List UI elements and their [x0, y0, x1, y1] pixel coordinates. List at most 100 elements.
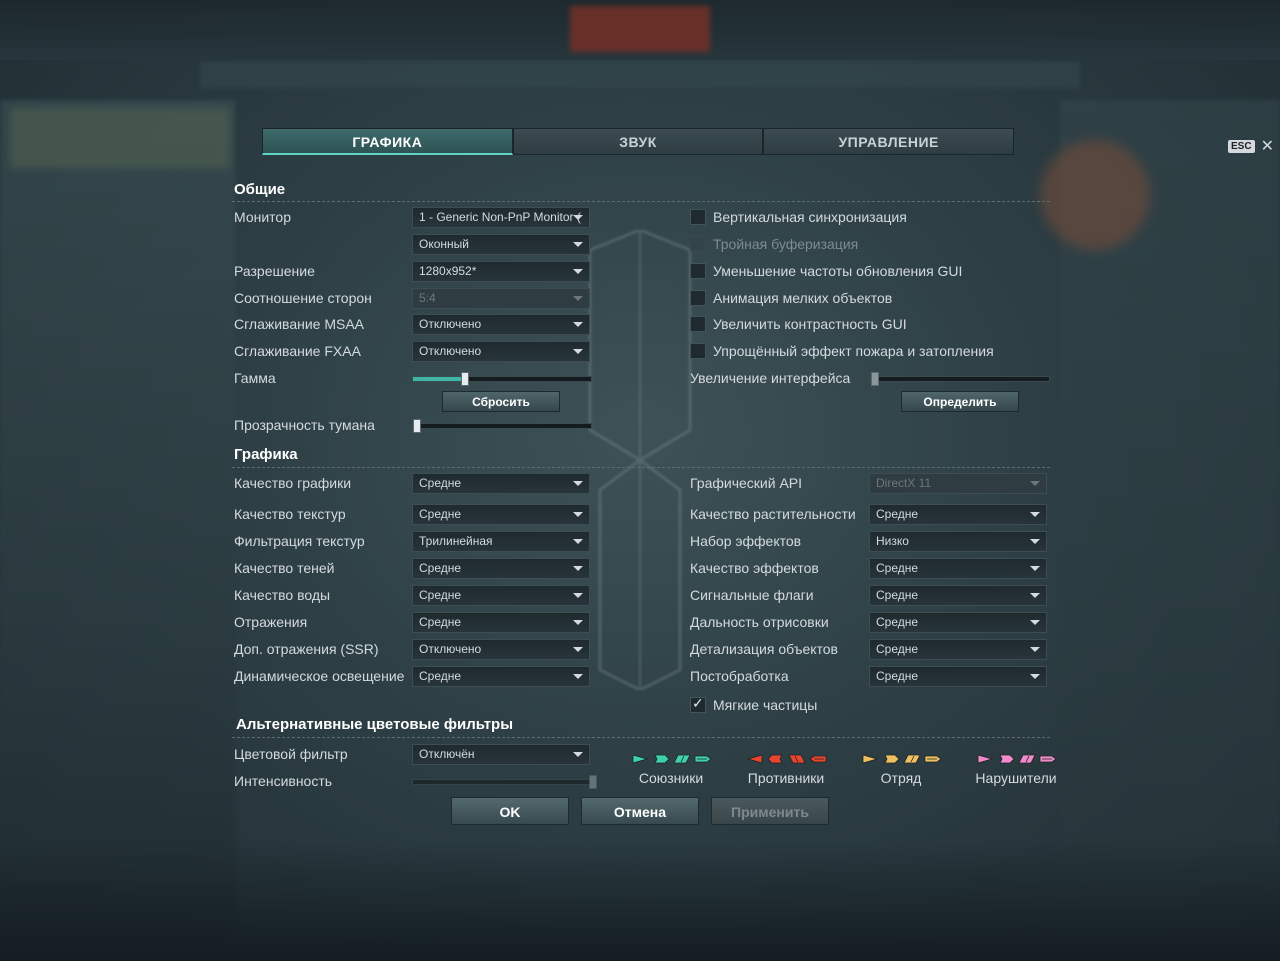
color-filter-dropdown[interactable]: Отключён: [412, 744, 590, 765]
gamma-label: Гамма: [234, 370, 276, 386]
graphics-setting-dropdown[interactable]: Средне: [869, 504, 1047, 525]
cancel-button[interactable]: Отмена: [581, 797, 699, 825]
gamma-slider[interactable]: [412, 372, 592, 386]
settings-tabs: ГРАФИКА ЗВУК УПРАВЛЕНИЕ: [262, 128, 1015, 155]
msaa-label: Сглаживание MSAA: [234, 316, 365, 332]
chevron-down-icon: [573, 349, 583, 354]
monitor-label: Монитор: [234, 209, 291, 225]
vsync-checkbox[interactable]: [690, 209, 706, 225]
port-left-panel: [0, 100, 235, 961]
graphics-setting-dropdown[interactable]: Средне: [869, 666, 1047, 687]
graphics-setting-dropdown[interactable]: Средне: [869, 612, 1047, 633]
chevron-down-icon: [1030, 481, 1040, 486]
ship-class-icon: [766, 754, 783, 764]
fxaa-dropdown[interactable]: Отключено: [412, 341, 590, 362]
legend-ship-icons: [616, 754, 726, 768]
graphics-setting-value: Средне: [419, 476, 462, 490]
graphics-setting-dropdown[interactable]: Средне: [869, 639, 1047, 660]
chevron-down-icon: [573, 512, 583, 517]
intensity-slider-thumb: [589, 775, 597, 789]
ship-class-icon: [1017, 754, 1036, 764]
graphics-setting-value: Средне: [419, 561, 462, 575]
graphics-setting-label: Качество графики: [234, 475, 352, 491]
small-anim-checkbox[interactable]: [690, 290, 706, 306]
graphics-setting-value: Средне: [876, 561, 919, 575]
aspect-label: Соотношение сторон: [234, 290, 372, 306]
msaa-dropdown[interactable]: Отключено: [412, 314, 590, 335]
graphics-setting-value: Средне: [419, 588, 462, 602]
chevron-down-icon: [573, 593, 583, 598]
port-ship-title: [10, 108, 230, 168]
graphics-setting-dropdown[interactable]: Средне: [412, 585, 590, 606]
ship-class-icon: [787, 754, 806, 764]
window-mode-value: Оконный: [419, 237, 469, 251]
fog-slider-thumb[interactable]: [413, 419, 421, 433]
ship-class-icon: [862, 754, 878, 764]
section-divider: [232, 201, 1050, 202]
fog-slider[interactable]: [412, 419, 592, 433]
chevron-down-icon: [1030, 539, 1040, 544]
section-color-filters-title: Альтернативные цветовые фильтры: [236, 716, 514, 733]
resolution-dropdown[interactable]: 1280x952*: [412, 261, 590, 282]
graphics-setting-dropdown[interactable]: Низко: [869, 531, 1047, 552]
graphics-setting-value: Средне: [876, 669, 919, 683]
graphics-setting-dropdown[interactable]: Средне: [412, 473, 590, 494]
tab-sound[interactable]: ЗВУК: [512, 128, 764, 155]
graphics-setting-dropdown: DirectX 11: [869, 473, 1047, 494]
ui-scale-label: Увеличение интерфейса: [690, 370, 851, 386]
section-divider: [232, 467, 1050, 468]
chevron-down-icon: [573, 481, 583, 486]
chevron-down-icon: [573, 539, 583, 544]
chevron-down-icon: [573, 674, 583, 679]
chevron-down-icon: [573, 242, 583, 247]
graphics-setting-dropdown[interactable]: Средне: [412, 612, 590, 633]
graphics-setting-dropdown[interactable]: Средне: [412, 558, 590, 579]
gui-refresh-checkbox[interactable]: [690, 263, 706, 279]
ui-scale-slider[interactable]: [870, 372, 1050, 386]
legend-label: Нарушители: [975, 770, 1057, 786]
reset-button[interactable]: Сбросить: [442, 391, 560, 412]
port-carousel: [0, 840, 1280, 961]
chevron-down-icon: [573, 269, 583, 274]
chevron-down-icon: [573, 752, 583, 757]
monitor-value: 1 - Generic Non-PnP Monitor (: [419, 210, 581, 224]
graphics-setting-dropdown[interactable]: Отключено: [412, 639, 590, 660]
close-button[interactable]: ESC ✕: [1228, 138, 1274, 154]
gui-contrast-label: Увеличить контрастность GUI: [713, 316, 907, 332]
graphics-setting-label: Качество теней: [234, 560, 335, 576]
graphics-setting-label: Набор эффектов: [690, 533, 802, 549]
legend-ship-icons: [731, 754, 841, 768]
graphics-setting-dropdown[interactable]: Трилинейная: [412, 531, 590, 552]
legend-label: Противники: [747, 770, 825, 786]
ship-class-icon: [746, 754, 762, 764]
tab-controls[interactable]: УПРАВЛЕНИЕ: [763, 128, 1015, 155]
gamma-slider-thumb[interactable]: [461, 372, 470, 386]
graphics-setting-label: Качество растительности: [690, 506, 856, 522]
tab-graphics[interactable]: ГРАФИКА: [262, 128, 513, 155]
detect-button[interactable]: Определить: [901, 391, 1019, 412]
ui-scale-slider-thumb[interactable]: [871, 372, 879, 386]
window-mode-dropdown[interactable]: Оконный: [412, 234, 590, 255]
graphics-setting-value: Средне: [419, 669, 462, 683]
msaa-value: Отключено: [419, 317, 482, 331]
chevron-down-icon: [1030, 566, 1040, 571]
chevron-down-icon: [573, 296, 583, 301]
small-anim-label: Анимация мелких объектов: [713, 290, 893, 306]
ship-class-icon: [632, 754, 648, 764]
ship-class-icon: [808, 755, 826, 763]
ship-class-icon: [1039, 755, 1057, 763]
fxaa-label: Сглаживание FXAA: [234, 343, 361, 359]
monitor-dropdown[interactable]: 1 - Generic Non-PnP Monitor (: [412, 207, 590, 228]
apply-button: Применить: [711, 797, 829, 825]
soft-particles-checkbox[interactable]: [690, 695, 706, 713]
graphics-setting-dropdown[interactable]: Средне: [869, 558, 1047, 579]
ok-button[interactable]: OK: [451, 797, 569, 825]
legend-group: Отряд: [846, 754, 956, 786]
graphics-setting-dropdown[interactable]: Средне: [869, 585, 1047, 606]
port-battle-button: [570, 6, 710, 52]
graphics-setting-label: Доп. отражения (SSR): [234, 641, 379, 657]
fire-effect-checkbox[interactable]: [690, 343, 706, 359]
graphics-setting-dropdown[interactable]: Средне: [412, 666, 590, 687]
graphics-setting-dropdown[interactable]: Средне: [412, 504, 590, 525]
gui-contrast-checkbox[interactable]: [690, 316, 706, 332]
